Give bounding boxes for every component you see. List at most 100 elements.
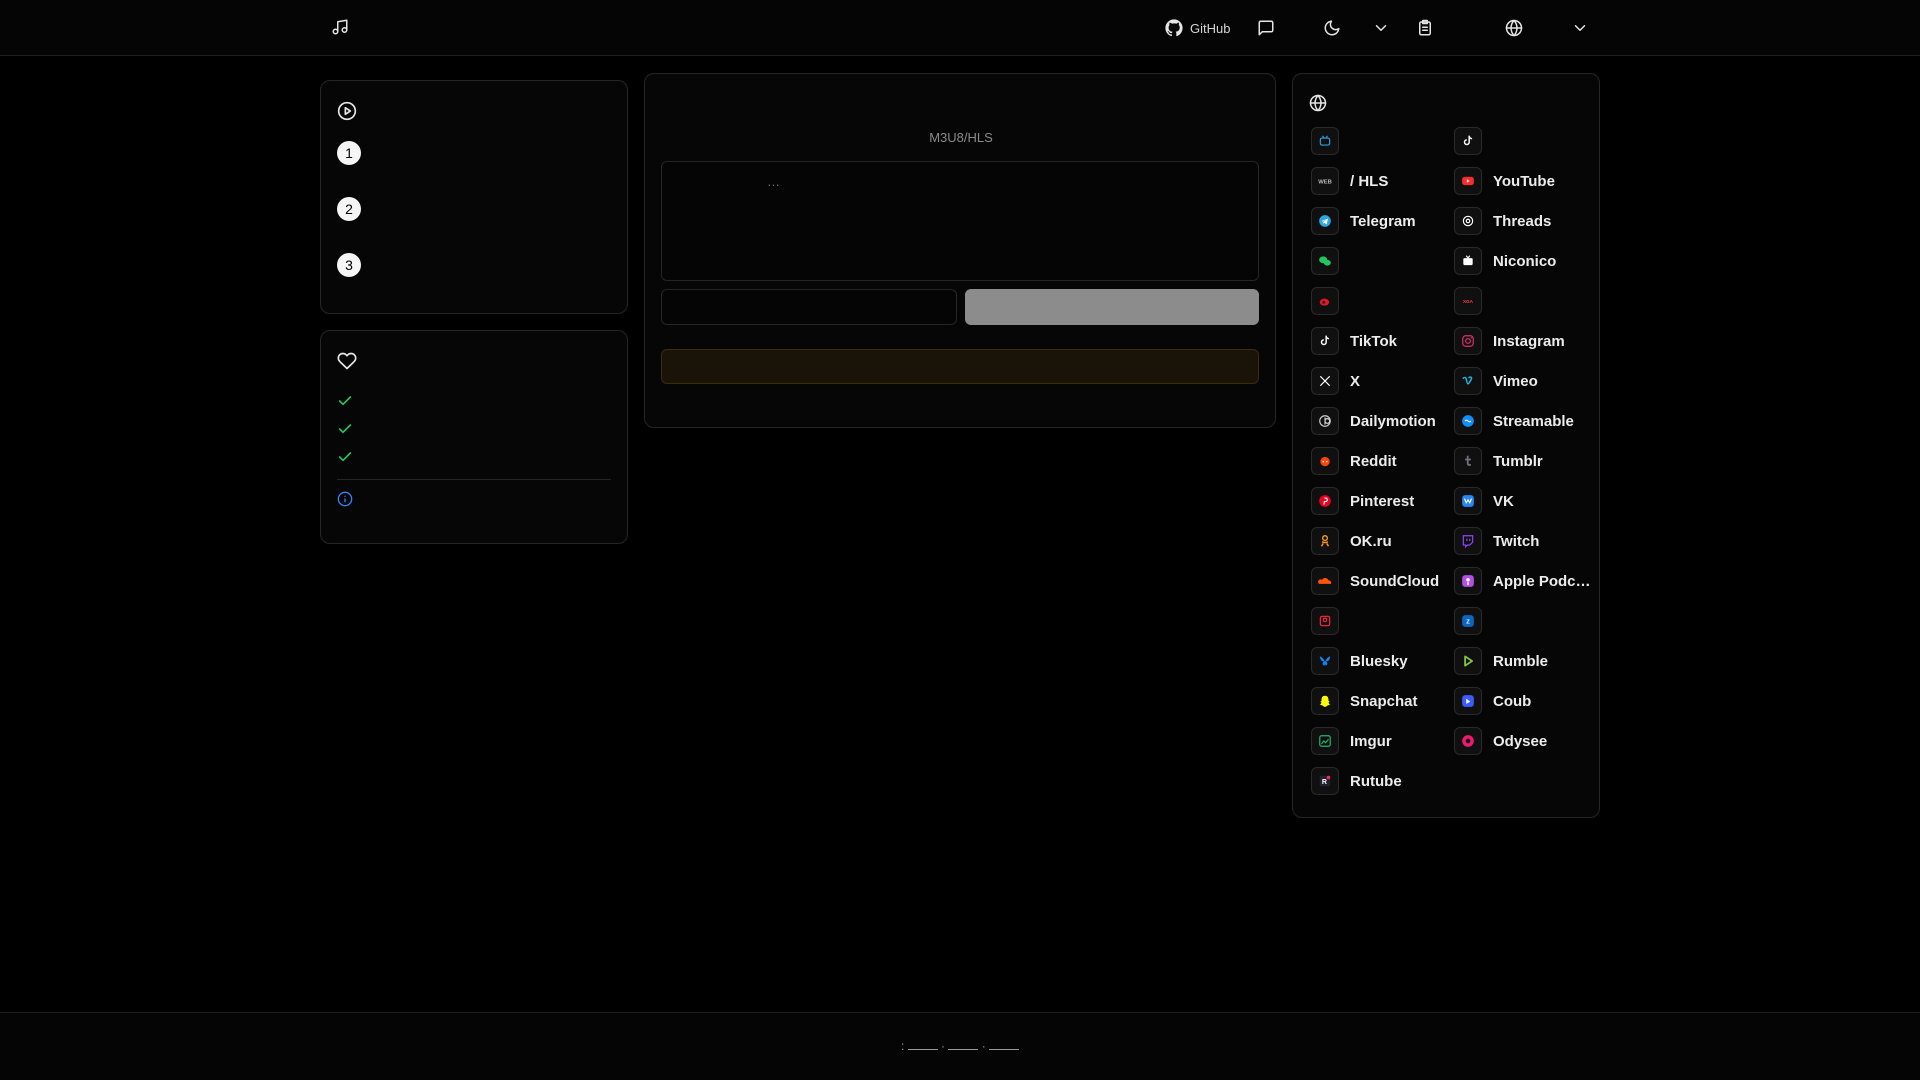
github-link[interactable]: GitHub	[1165, 16, 1230, 40]
divider	[337, 479, 611, 480]
douyin-icon	[1454, 127, 1482, 155]
platform-name: Rutube	[1350, 772, 1402, 790]
footer-label: :	[900, 1039, 905, 1053]
github-label: GitHub	[1190, 20, 1231, 36]
platform-name: Odysee	[1493, 732, 1548, 750]
tumblr-icon	[1454, 447, 1482, 475]
heart-icon	[337, 351, 357, 371]
telegram-icon	[1311, 207, 1339, 235]
platform-item: TikTok	[1311, 326, 1451, 356]
platform-item: Pinterest	[1311, 486, 1451, 516]
globe-icon	[1505, 19, 1523, 37]
main-subtitle: M3U8/HLS	[929, 130, 993, 145]
platform-name: Telegram	[1350, 212, 1416, 230]
platform-item: Twitch	[1454, 526, 1594, 556]
platform-item: Rumble	[1454, 646, 1594, 676]
platform-name: Niconico	[1493, 252, 1557, 270]
web-icon: WEB	[1311, 167, 1339, 195]
chevron-down-icon	[1574, 25, 1586, 31]
zhihu-icon: Z	[1454, 607, 1482, 635]
supported-platforms-card: WEB / HLS YouTube Telegram Threads Niconico XG…	[1292, 73, 1600, 818]
x-icon	[1311, 367, 1339, 395]
theme-toggle-button[interactable]	[1323, 16, 1341, 40]
platform-item: Apple Podcasts	[1454, 566, 1594, 596]
platform-name: Bluesky	[1350, 652, 1408, 670]
check-icon	[337, 393, 353, 409]
pinterest-icon	[1311, 487, 1339, 515]
platform-item: Reddit	[1311, 446, 1451, 476]
youtube-icon	[1454, 167, 1482, 195]
platform-item: Streamable	[1454, 406, 1594, 436]
clipboard-list-icon	[1419, 19, 1431, 36]
platform-item: Imgur	[1311, 726, 1451, 756]
footer-separator: ·	[981, 1039, 986, 1053]
platform-item: XGA	[1454, 286, 1594, 316]
music-note-icon[interactable]	[331, 18, 351, 38]
platform-name: Pinterest	[1350, 492, 1415, 510]
rutube-icon: R	[1311, 767, 1339, 795]
platform-name: Rumble	[1493, 652, 1549, 670]
platform-name: Streamable	[1493, 412, 1574, 430]
platform-name: X	[1350, 372, 1361, 390]
footer-link[interactable]	[989, 1049, 1020, 1050]
platform-item: Instagram	[1454, 326, 1594, 356]
platform-name: Tumblr	[1493, 452, 1543, 470]
platform-item: Threads	[1454, 206, 1594, 236]
play-circle-icon	[337, 101, 357, 121]
language-button[interactable]	[1505, 16, 1523, 40]
platform-item: X	[1311, 366, 1451, 396]
info-icon	[337, 491, 353, 507]
okru-icon	[1311, 527, 1339, 555]
feedback-button[interactable]	[1257, 16, 1275, 40]
theme-dropdown-button[interactable]	[1372, 16, 1390, 40]
platform-item: Snapchat	[1311, 686, 1451, 716]
url-input[interactable]	[661, 161, 1259, 281]
download-button[interactable]	[965, 289, 1259, 325]
downloader-card: M3U8/HLS	[644, 73, 1276, 428]
footer-separator: ·	[941, 1039, 945, 1053]
platform-item	[1454, 126, 1594, 156]
moon-icon	[1324, 20, 1340, 36]
vk-icon	[1454, 487, 1482, 515]
rumble-icon	[1454, 647, 1482, 675]
platform-item: Odysee	[1454, 726, 1594, 756]
platform-item: Coub	[1454, 686, 1594, 716]
platform-item: YouTube	[1454, 166, 1594, 196]
step-number: 1	[337, 141, 361, 165]
svg-text:WEB: WEB	[1318, 179, 1332, 185]
changelog-button[interactable]	[1416, 16, 1434, 40]
check-icon	[337, 449, 353, 465]
platform-name: Coub	[1493, 692, 1532, 710]
features-card	[320, 330, 628, 544]
platform-item: Dailymotion	[1311, 406, 1451, 436]
platform-item: Vimeo	[1454, 366, 1594, 396]
platform-item: Bluesky	[1311, 646, 1451, 676]
xigua-icon: XGA	[1454, 287, 1482, 315]
platform-item: SoundCloud	[1311, 566, 1451, 596]
language-dropdown-button[interactable]	[1571, 16, 1589, 40]
platform-item: R Rutube	[1311, 766, 1451, 796]
tiktok-icon	[1311, 327, 1339, 355]
platform-name: Twitch	[1493, 532, 1540, 550]
niconico-icon	[1454, 247, 1482, 275]
footer-link[interactable]	[907, 1049, 938, 1050]
footer-text: : · ·	[0, 1039, 1920, 1053]
top-navbar: GitHub	[0, 0, 1920, 56]
how-to-use-card: 1 2 3	[320, 80, 628, 314]
notice-banner	[661, 349, 1259, 384]
platform-item	[1311, 126, 1451, 156]
platform-name: Snapchat	[1350, 692, 1418, 710]
github-icon	[1165, 19, 1183, 37]
globe-icon	[1309, 94, 1327, 112]
bluesky-icon	[1311, 647, 1339, 675]
platform-name: Reddit	[1350, 452, 1397, 470]
footer-link[interactable]	[948, 1049, 979, 1050]
filename-input[interactable]	[661, 289, 957, 325]
platform-item: Niconico	[1454, 246, 1594, 276]
platform-name: Dailymotion	[1350, 412, 1436, 430]
step-number: 2	[337, 197, 361, 221]
platform-item	[1311, 246, 1451, 276]
chevron-down-icon	[1375, 25, 1387, 31]
instagram-icon	[1454, 327, 1482, 355]
step-number: 3	[337, 253, 361, 277]
